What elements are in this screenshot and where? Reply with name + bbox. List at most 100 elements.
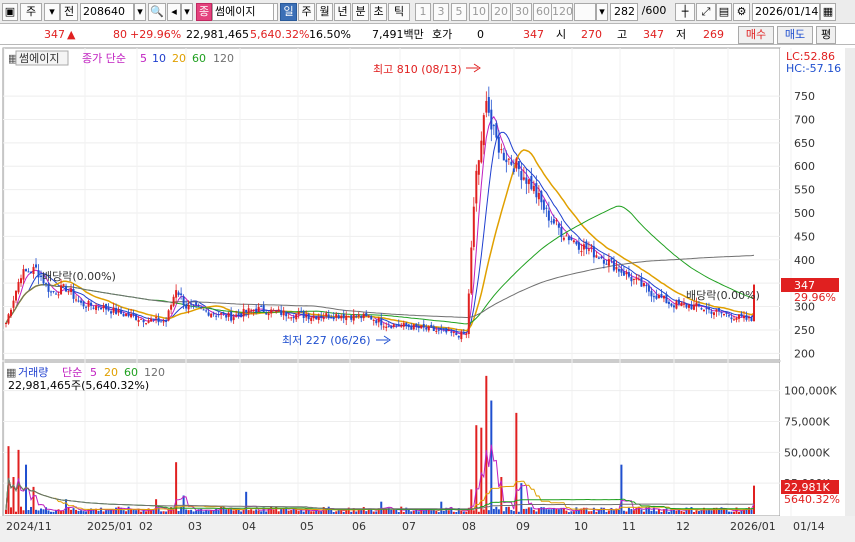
- date-input[interactable]: 2026/01/14: [752, 3, 820, 21]
- stock-name-field[interactable]: 썸에이지: [212, 3, 274, 21]
- period-tab-day[interactable]: 일: [280, 3, 297, 21]
- low-annotation: 최저 227 (06/26): [282, 334, 371, 347]
- speaker-dropdown-icon[interactable]: ▾: [181, 3, 193, 21]
- volume-bar: [257, 510, 260, 514]
- candle-body: [60, 285, 63, 295]
- candle-body: [250, 309, 253, 311]
- candle-body: [577, 242, 580, 250]
- candle-body: [572, 240, 575, 243]
- stock-chart[interactable]: 200250300350400450500550600650700750 100…: [0, 46, 855, 542]
- volume-bar: [642, 511, 645, 514]
- gear-icon[interactable]: ⚙: [733, 3, 750, 21]
- volume-bar: [40, 508, 43, 514]
- candle-body: [362, 313, 365, 319]
- hc-label: HC:-57.16: [786, 62, 841, 75]
- candle-body: [490, 109, 493, 130]
- volume-bar: [185, 509, 188, 514]
- candle-body: [37, 270, 40, 278]
- interval-dropdown-icon[interactable]: ▾: [596, 3, 608, 21]
- volume-bar: [190, 509, 193, 514]
- speaker-icon[interactable]: ◂: [167, 3, 181, 21]
- volume-bar: [722, 509, 725, 514]
- interval-1[interactable]: 1: [415, 3, 431, 21]
- candle-body: [447, 329, 450, 331]
- quote-bar: 347 ▲ 80 +29.96% 22,981,465 5,640.32% 16…: [0, 24, 855, 45]
- date-tick-label: 04: [242, 520, 256, 533]
- right-scrollbar[interactable]: [845, 48, 855, 516]
- period-tab-second[interactable]: 초: [370, 3, 387, 21]
- market2-button[interactable]: 전: [60, 3, 78, 21]
- volume-bar: [37, 510, 40, 514]
- volume-bar: [455, 511, 458, 514]
- period-tab-minute[interactable]: 분: [352, 3, 369, 21]
- crosshair-icon[interactable]: ┼: [675, 3, 695, 21]
- market-select[interactable]: 주: [20, 3, 42, 21]
- interval-20[interactable]: 20: [491, 3, 511, 21]
- period-tab-tick[interactable]: 틱: [388, 3, 410, 21]
- high-annotation: 최고 810 (08/13): [373, 63, 462, 76]
- window-icon[interactable]: ▣: [2, 3, 18, 21]
- zoom-icon[interactable]: ⤢: [696, 3, 716, 21]
- display-count-input[interactable]: 282: [610, 3, 638, 21]
- price-tick-label: 200: [794, 347, 815, 360]
- candle-body: [102, 305, 105, 309]
- candle-body: [137, 319, 140, 322]
- volume-bar: [5, 509, 7, 514]
- candle-body: [565, 235, 568, 237]
- interval-60[interactable]: 60: [533, 3, 553, 21]
- flat-button[interactable]: 평: [816, 26, 836, 44]
- save-icon[interactable]: ▤: [716, 3, 732, 21]
- candle-body: [735, 318, 738, 320]
- volume-bar: [505, 506, 508, 514]
- candle-body: [525, 177, 528, 184]
- interval-3[interactable]: 3: [433, 3, 449, 21]
- search-icon[interactable]: 🔍: [148, 3, 166, 21]
- period-tab-month[interactable]: 월: [316, 3, 333, 21]
- candle-body: [352, 314, 355, 321]
- hoga-value: 0: [477, 28, 484, 41]
- interval-10[interactable]: 10: [469, 3, 489, 21]
- candle-body: [252, 309, 255, 312]
- interval-120[interactable]: 120: [551, 3, 573, 21]
- volume-bar: [392, 509, 395, 514]
- candle-body: [260, 305, 263, 307]
- market-select-arrow[interactable]: ▾: [44, 3, 60, 21]
- candle-body: [535, 182, 538, 198]
- code-dropdown-icon[interactable]: ▾: [134, 3, 146, 21]
- volume-bar: [160, 511, 163, 514]
- volume-ma60-legend: 60: [124, 366, 138, 379]
- volume-bar: [130, 509, 133, 514]
- volume-bar: [70, 509, 73, 514]
- candle-body: [302, 311, 305, 319]
- volume-legend-icon: ▦: [6, 366, 16, 379]
- candle-body: [317, 316, 320, 320]
- candle-body: [730, 317, 733, 320]
- volume-bar: [140, 511, 143, 514]
- candle-body: [67, 291, 70, 293]
- calendar-icon[interactable]: ▦: [820, 3, 836, 21]
- volume-bar: [487, 510, 490, 514]
- candle-body: [432, 326, 435, 331]
- candle-body: [430, 324, 433, 328]
- volume-bar: [587, 511, 590, 514]
- interval-30[interactable]: 30: [512, 3, 532, 21]
- candle-body: [87, 300, 90, 307]
- candle-body: [697, 304, 700, 307]
- candle-body: [650, 290, 653, 297]
- candle-body: [30, 271, 33, 273]
- candle-body: [105, 304, 108, 310]
- stock-code-input[interactable]: 208640: [80, 3, 134, 21]
- interval-custom-field[interactable]: [574, 3, 596, 21]
- candle-body: [420, 325, 423, 329]
- candle-body: [397, 324, 400, 327]
- volume-bar: [30, 506, 33, 514]
- interval-5[interactable]: 5: [451, 3, 467, 21]
- buy-button[interactable]: 매수: [738, 26, 774, 44]
- period-tab-week[interactable]: 주: [298, 3, 315, 21]
- candle-body: [715, 309, 718, 312]
- volume-bar: [402, 511, 405, 514]
- sell-button[interactable]: 매도: [777, 26, 813, 44]
- candle-body: [707, 307, 710, 310]
- period-tab-year[interactable]: 년: [334, 3, 351, 21]
- price-change-pct: +29.96%: [130, 28, 182, 41]
